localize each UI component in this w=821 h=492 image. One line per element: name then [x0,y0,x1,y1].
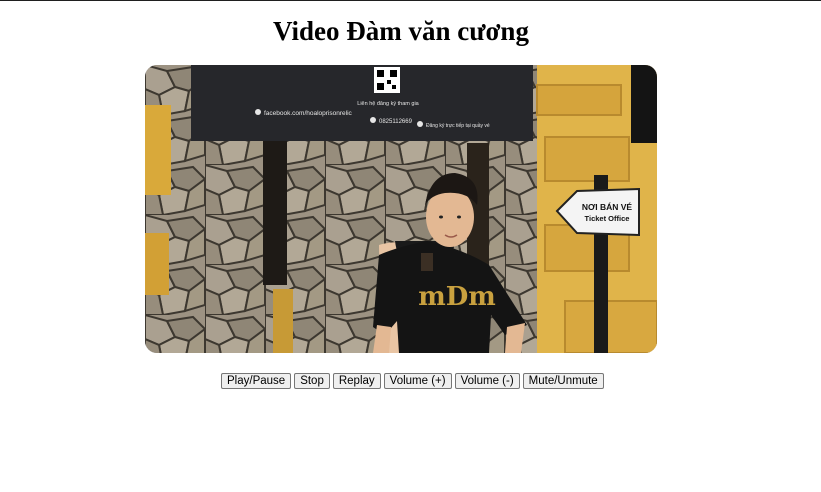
video-frame: Liên hệ đăng ký tham gia facebook.com/ho… [145,65,657,353]
replay-button[interactable]: Replay [332,373,381,389]
stop-button[interactable]: Stop [294,373,330,389]
sign-line2: Ticket Office [585,214,630,223]
billboard-facebook: facebook.com/hoaloprisonrelic [264,110,353,117]
page-title: Video Đàm văn cương [273,16,529,46]
video-player[interactable]: Liên hệ đăng ký tham gia facebook.com/ho… [145,65,657,353]
volume-down-button[interactable]: Volume (-) [454,373,520,389]
billboard-online: Đăng ký trực tiếp tại quầy vé [426,123,490,129]
play-pause-button[interactable]: Play/Pause [221,373,292,389]
sign-line1: NƠI BÁN VÉ [582,202,633,212]
mute-button[interactable]: Mute/Unmute [522,373,604,389]
top-divider [0,0,821,1]
billboard-caption: Liên hệ đăng ký tham gia [357,101,419,107]
volume-up-button[interactable]: Volume (+) [383,373,452,389]
shirt-logo: mDm [418,282,496,312]
billboard-phone: 0825112669 [379,119,413,125]
video-controls: Play/Pause Stop Replay Volume (+) Volume… [221,373,604,389]
